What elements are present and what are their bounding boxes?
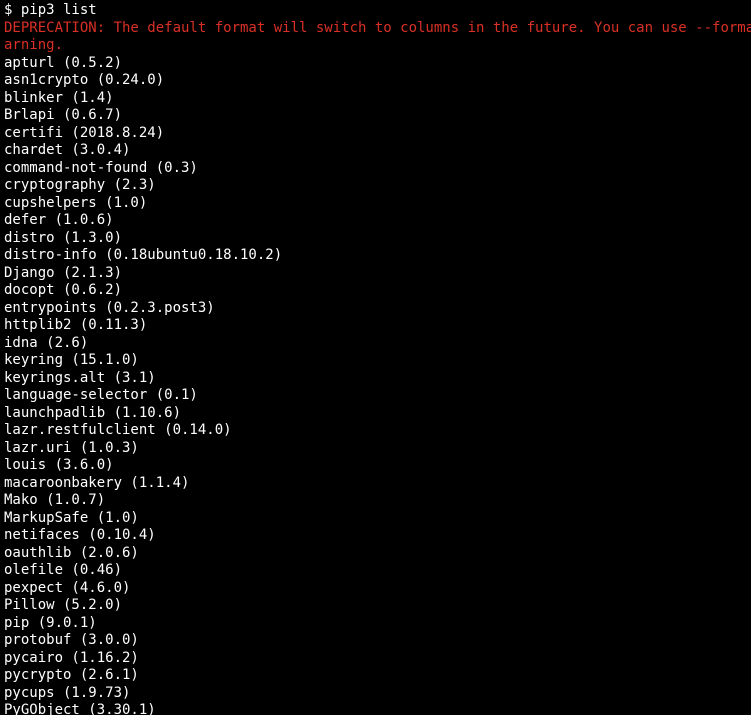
deprecation-warning-line2: arning. <box>4 37 63 53</box>
terminal-output[interactable]: $ pip3 list DEPRECATION: The default for… <box>0 0 751 715</box>
package-list: apturl (0.5.2) asn1crypto (0.24.0) blink… <box>4 55 747 715</box>
deprecation-warning-line1: DEPRECATION: The default format will swi… <box>4 20 751 36</box>
command-prompt: $ pip3 list <box>4 2 97 18</box>
